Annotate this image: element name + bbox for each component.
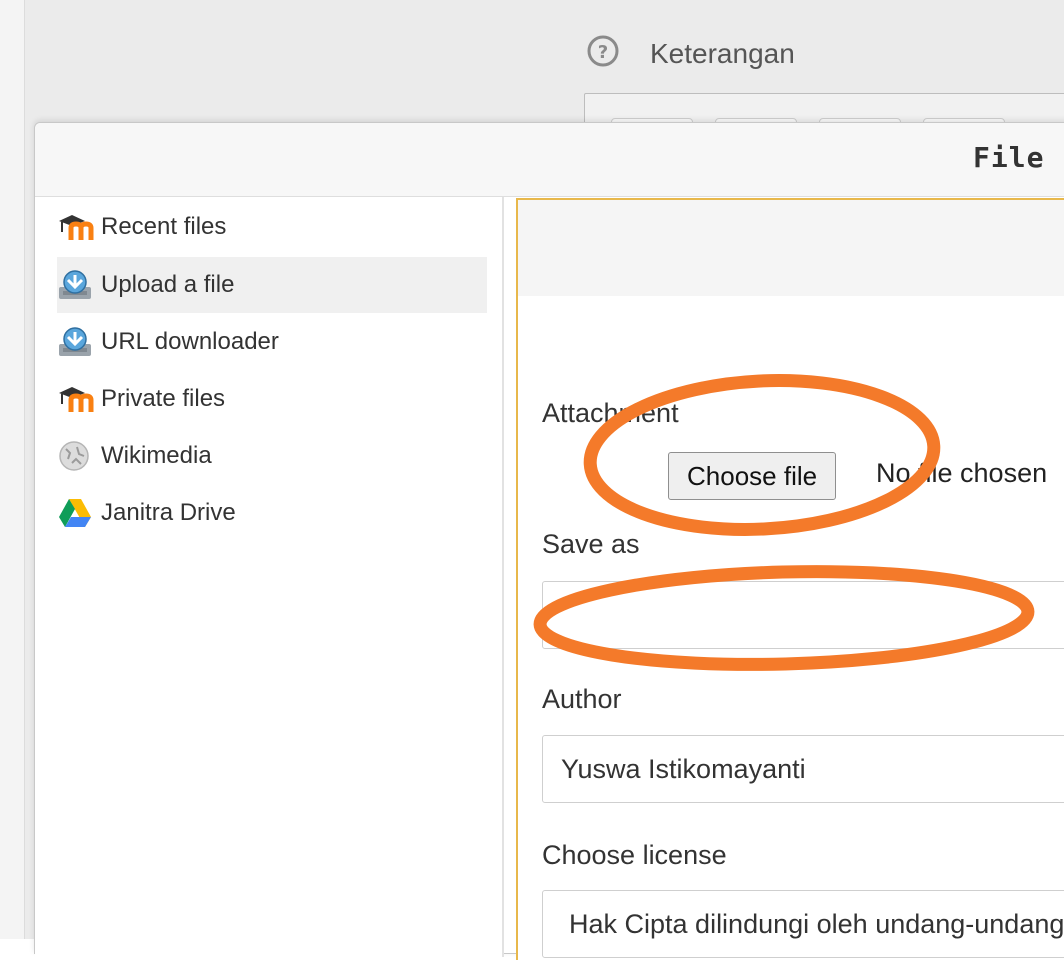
save-as-input[interactable] bbox=[542, 581, 1064, 649]
repo-label: Upload a file bbox=[101, 271, 235, 298]
repo-item-wikimedia[interactable]: Wikimedia bbox=[57, 428, 487, 484]
repo-item-url-downloader[interactable]: URL downloader bbox=[57, 314, 487, 370]
help-icon[interactable]: ? bbox=[586, 34, 620, 68]
repo-label: Wikimedia bbox=[101, 442, 212, 469]
dialog-title: File bbox=[973, 141, 1045, 174]
upload-panel: Attachment Choose file No file chosen Sa… bbox=[516, 198, 1064, 960]
choose-file-button[interactable]: Choose file bbox=[668, 452, 837, 500]
repo-label: Janitra Drive bbox=[101, 499, 236, 526]
no-file-chosen-text: No file chosen bbox=[876, 458, 1048, 488]
repository-list: Recent files Upload a file URL downloade… bbox=[35, 197, 504, 957]
help-label: Keterangan bbox=[650, 38, 795, 69]
panel-toolbar bbox=[518, 200, 1064, 296]
repo-item-private-files[interactable]: Private files bbox=[57, 371, 487, 427]
repo-item-janitra-drive[interactable]: Janitra Drive bbox=[57, 485, 487, 541]
license-selected-value: Hak Cipta dilindungi oleh undang-undang bbox=[569, 909, 1064, 939]
repo-label: Recent files bbox=[101, 213, 227, 240]
wikimedia-icon bbox=[57, 439, 101, 473]
repo-label: URL downloader bbox=[101, 328, 279, 355]
author-label: Author bbox=[542, 684, 622, 714]
moodle-icon bbox=[57, 382, 101, 416]
google-drive-icon bbox=[57, 496, 101, 530]
upload-icon bbox=[57, 268, 101, 302]
repo-item-upload-a-file[interactable]: Upload a file bbox=[57, 257, 487, 313]
license-select[interactable]: Hak Cipta dilindungi oleh undang-undang bbox=[542, 890, 1064, 958]
svg-text:?: ? bbox=[598, 42, 608, 63]
author-input[interactable] bbox=[542, 735, 1064, 803]
save-as-label: Save as bbox=[542, 529, 640, 559]
url-download-icon bbox=[57, 325, 101, 359]
repo-label: Private files bbox=[101, 385, 226, 412]
choose-license-label: Choose license bbox=[542, 840, 727, 870]
dialog-header: File bbox=[35, 123, 1064, 197]
file-picker-dialog: File Recent files Upload a file URL down… bbox=[34, 122, 1064, 960]
background-left-rail bbox=[0, 0, 25, 939]
repo-item-recent-files[interactable]: Recent files bbox=[57, 199, 487, 255]
moodle-icon bbox=[57, 210, 101, 244]
attachment-label: Attachment bbox=[542, 398, 679, 428]
